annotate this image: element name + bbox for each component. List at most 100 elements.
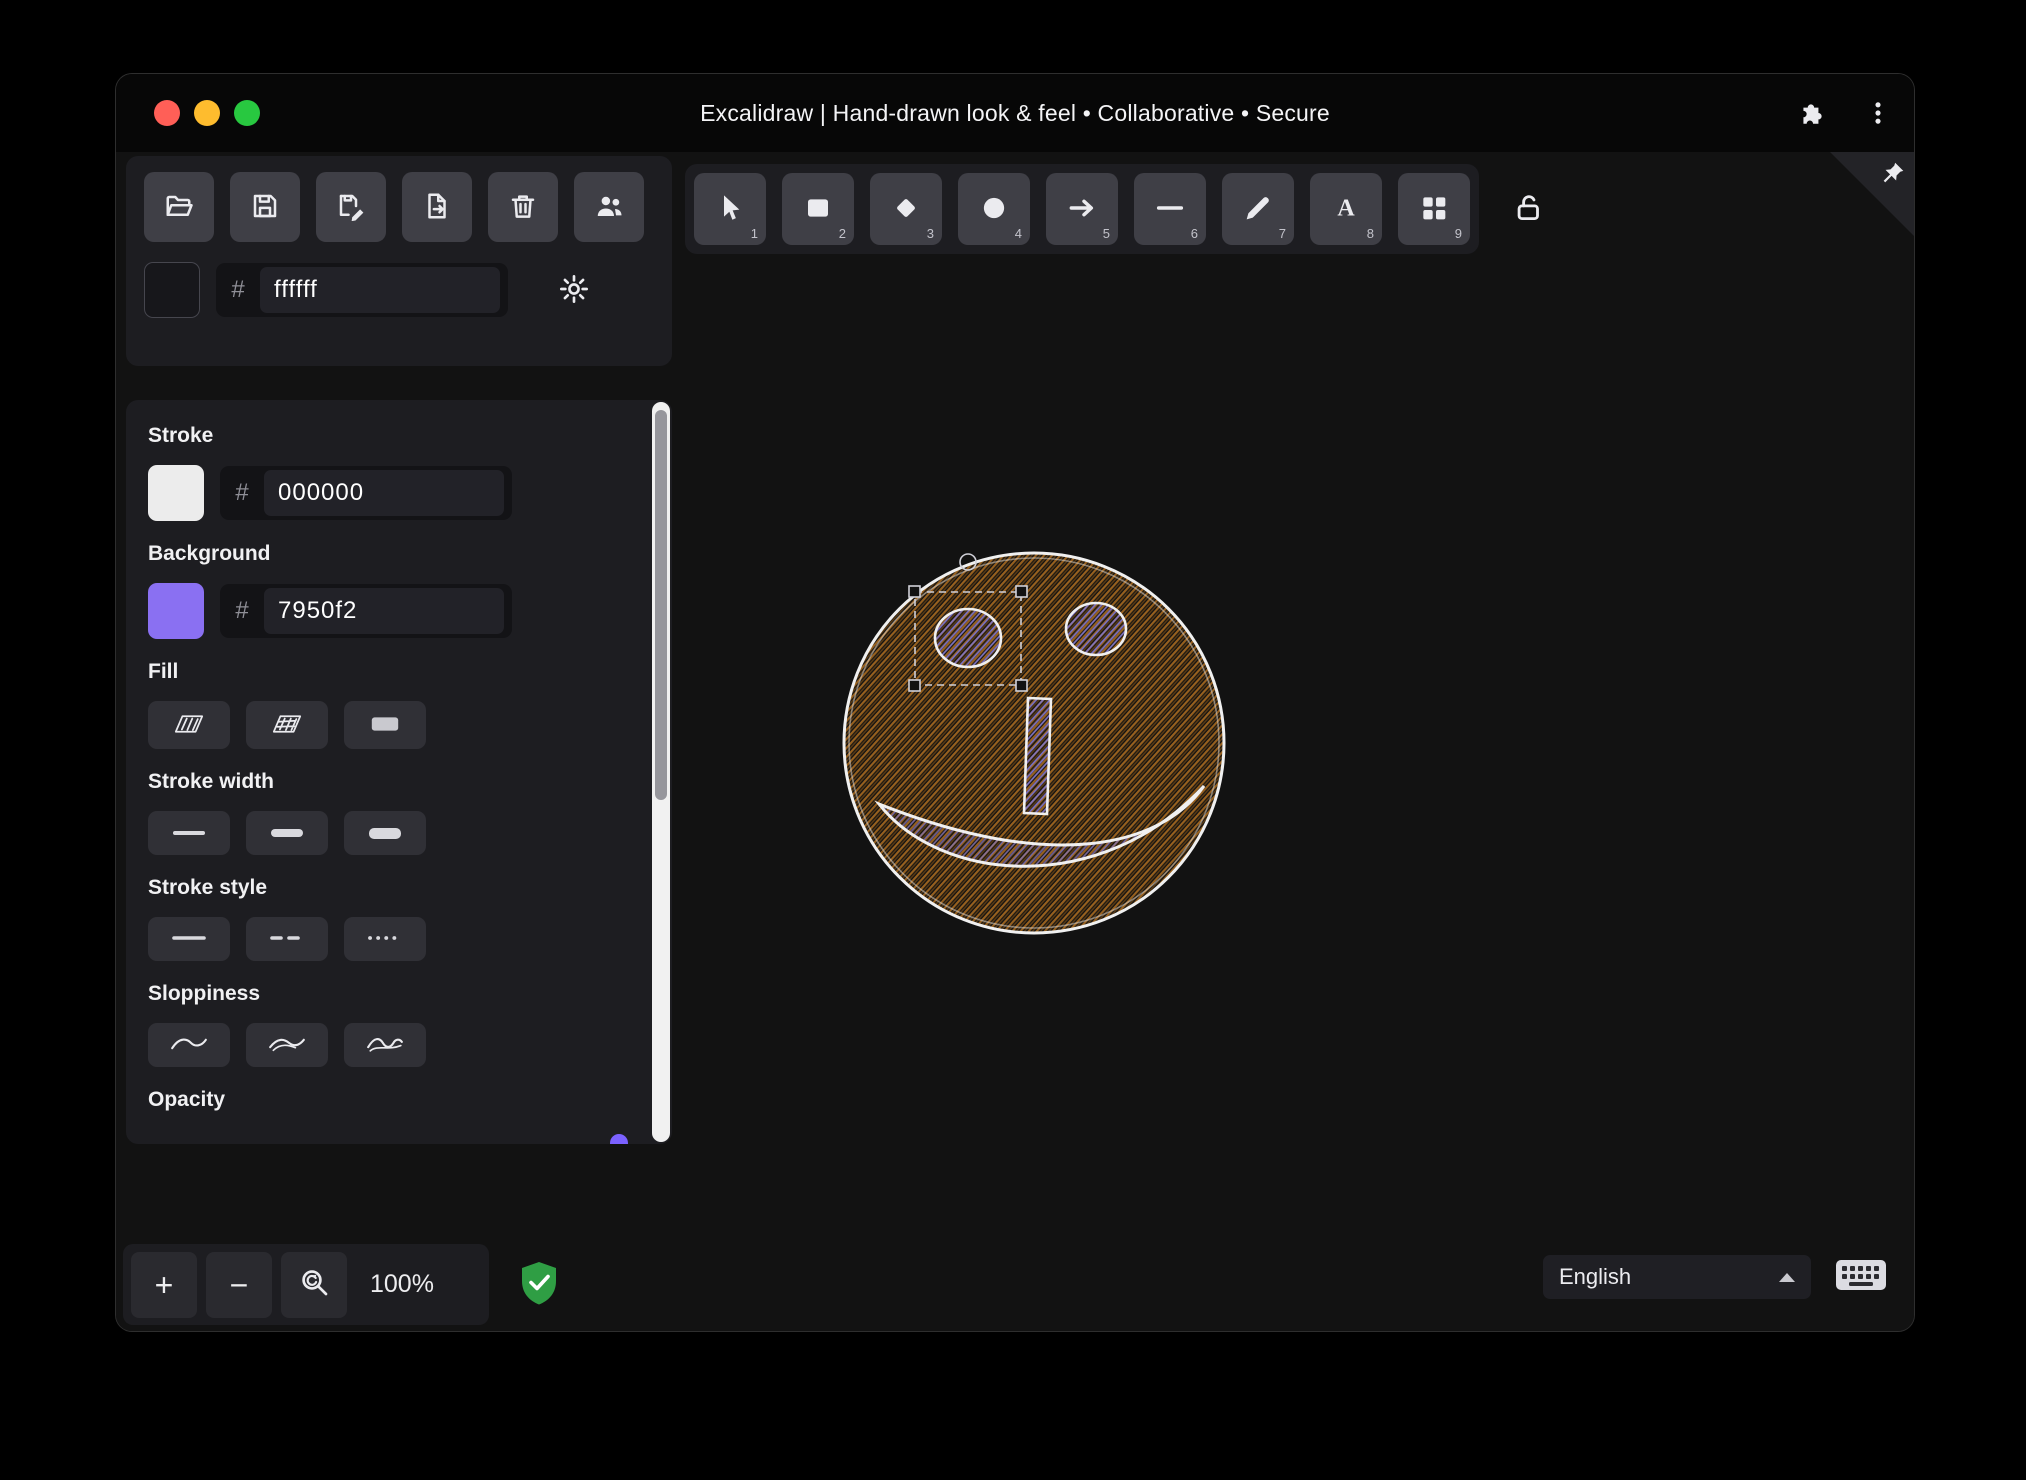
- cross-hatch-icon: [270, 713, 304, 738]
- canvas-drawing-smiley[interactable]: [800, 520, 1280, 960]
- language-select[interactable]: English: [1543, 1255, 1811, 1299]
- language-value: English: [1559, 1264, 1632, 1289]
- tool-shortcut: 2: [838, 226, 846, 241]
- unlock-icon: [1512, 194, 1546, 228]
- settings-button[interactable]: [558, 273, 590, 308]
- stroke-color-swatch[interactable]: [148, 465, 204, 521]
- zoom-in-button[interactable]: +: [131, 1251, 197, 1318]
- tool-shortcut: 6: [1190, 226, 1198, 241]
- opacity-slider-thumb[interactable]: [610, 1134, 628, 1144]
- hex-hash: #: [235, 479, 249, 506]
- tools-toolbar-island: 1 2 3 4 5 6 7 A 8 9: [685, 164, 1479, 254]
- smiley-face[interactable]: [842, 551, 1226, 935]
- sloppiness-cartoonist-button[interactable]: [344, 1023, 426, 1067]
- fill-solid-button[interactable]: [344, 701, 426, 749]
- stroke-style-label: Stroke style: [148, 876, 268, 899]
- architect-squiggle-icon: [169, 1033, 209, 1058]
- resize-handle-sw: [908, 679, 921, 692]
- excalidraw-canvas-area[interactable]: # ffffff 1 2 3 4 5 6 7 A 8 9 Stroke # 00…: [116, 152, 1914, 1331]
- save-as-button[interactable]: [316, 172, 386, 242]
- collaboration-button[interactable]: [574, 172, 644, 242]
- stroke-style-options: [148, 917, 672, 961]
- background-color-input[interactable]: # 7950f2: [220, 584, 512, 638]
- stroke-width-thin-button[interactable]: [148, 811, 230, 855]
- stroke-width-bold-button[interactable]: [246, 811, 328, 855]
- keyboard-shortcuts-button[interactable]: [1835, 1258, 1887, 1297]
- canvas-background-row: # ffffff: [144, 262, 654, 318]
- resize-handle-ne: [1015, 585, 1028, 598]
- stroke-style-dotted-button[interactable]: [344, 917, 426, 961]
- zoom-out-button[interactable]: −: [206, 1251, 272, 1318]
- background-color-swatch[interactable]: [148, 583, 204, 639]
- browser-menu-button[interactable]: [1858, 94, 1898, 134]
- line-icon: [1154, 192, 1186, 227]
- puzzle-icon: [1797, 98, 1827, 131]
- cursor-icon: [714, 192, 746, 227]
- svg-text:A: A: [1337, 195, 1355, 221]
- tool-arrow[interactable]: 5: [1046, 173, 1118, 245]
- tool-shortcut: 9: [1454, 226, 1462, 241]
- cartoonist-squiggle-icon: [365, 1033, 405, 1058]
- tool-shapes[interactable]: 9: [1398, 173, 1470, 245]
- pencil-icon: [1242, 192, 1274, 227]
- tool-draw[interactable]: 7: [1222, 173, 1294, 245]
- resize-handle-nw: [908, 585, 921, 598]
- export-button[interactable]: [402, 172, 472, 242]
- canvas-background-swatch[interactable]: [144, 262, 200, 318]
- end-to-end-encryption-badge: [519, 1260, 559, 1311]
- extensions-button[interactable]: [1792, 94, 1832, 134]
- ellipse-icon: [978, 192, 1010, 227]
- tool-line[interactable]: 6: [1134, 173, 1206, 245]
- reset-zoom-button[interactable]: [281, 1251, 347, 1318]
- tool-shortcut: 3: [926, 226, 934, 241]
- fill-cross-hatch-button[interactable]: [246, 701, 328, 749]
- sloppiness-artist-button[interactable]: [246, 1023, 328, 1067]
- solid-line-icon: [170, 932, 208, 947]
- stroke-style-solid-button[interactable]: [148, 917, 230, 961]
- pin-icon[interactable]: [1880, 160, 1906, 191]
- export-file-icon: [422, 191, 452, 224]
- canvas-background-input[interactable]: # ffffff: [216, 263, 508, 317]
- users-icon: [594, 191, 624, 224]
- panel-scrollbar-thumb[interactable]: [655, 410, 667, 800]
- keep-tool-active-button[interactable]: [1507, 187, 1551, 231]
- tool-ellipse[interactable]: 4: [958, 173, 1030, 245]
- panel-scrollbar[interactable]: [652, 402, 670, 1142]
- stroke-style-dashed-button[interactable]: [246, 917, 328, 961]
- smiley-left-eye: [933, 607, 1003, 669]
- artist-squiggle-icon: [267, 1033, 307, 1058]
- file-toolbar: [144, 172, 654, 242]
- diamond-icon: [890, 192, 922, 227]
- save-button[interactable]: [230, 172, 300, 242]
- fill-hachure-button[interactable]: [148, 701, 230, 749]
- tool-rectangle[interactable]: 2: [782, 173, 854, 245]
- tool-selection[interactable]: 1: [694, 173, 766, 245]
- tool-diamond[interactable]: 3: [870, 173, 942, 245]
- tool-text[interactable]: A 8: [1310, 173, 1382, 245]
- tool-shortcut: 7: [1278, 226, 1286, 241]
- sloppiness-label: Sloppiness: [148, 982, 261, 1005]
- zoom-level[interactable]: 100%: [370, 1270, 434, 1299]
- background-color-value[interactable]: 7950f2: [264, 588, 504, 634]
- stroke-width-extra-bold-button[interactable]: [344, 811, 426, 855]
- smiley-right-eye: [1064, 601, 1128, 657]
- save-as-icon: [336, 191, 366, 224]
- stroke-color-value[interactable]: 000000: [264, 470, 504, 516]
- reset-canvas-button[interactable]: [488, 172, 558, 242]
- save-icon: [250, 191, 280, 224]
- tool-shortcut: 5: [1102, 226, 1110, 241]
- canvas-background-value[interactable]: ffffff: [260, 267, 500, 313]
- open-button[interactable]: [144, 172, 214, 242]
- sloppiness-architect-button[interactable]: [148, 1023, 230, 1067]
- hex-hash: #: [231, 276, 245, 303]
- rectangle-icon: [802, 192, 834, 227]
- extra-bold-line-icon: [369, 827, 401, 839]
- folder-open-icon: [164, 191, 194, 224]
- magnifier-reset-icon: [298, 1266, 330, 1303]
- stroke-color-input[interactable]: # 000000: [220, 466, 512, 520]
- properties-panel: Stroke # 000000 Background # 7950f2 Fill: [126, 400, 672, 1144]
- shield-check-icon: [519, 1262, 559, 1310]
- stroke-row: # 000000: [148, 465, 672, 521]
- shapes-grid-icon: [1418, 192, 1450, 227]
- window-title: Excalidraw | Hand-drawn look & feel • Co…: [700, 100, 1330, 126]
